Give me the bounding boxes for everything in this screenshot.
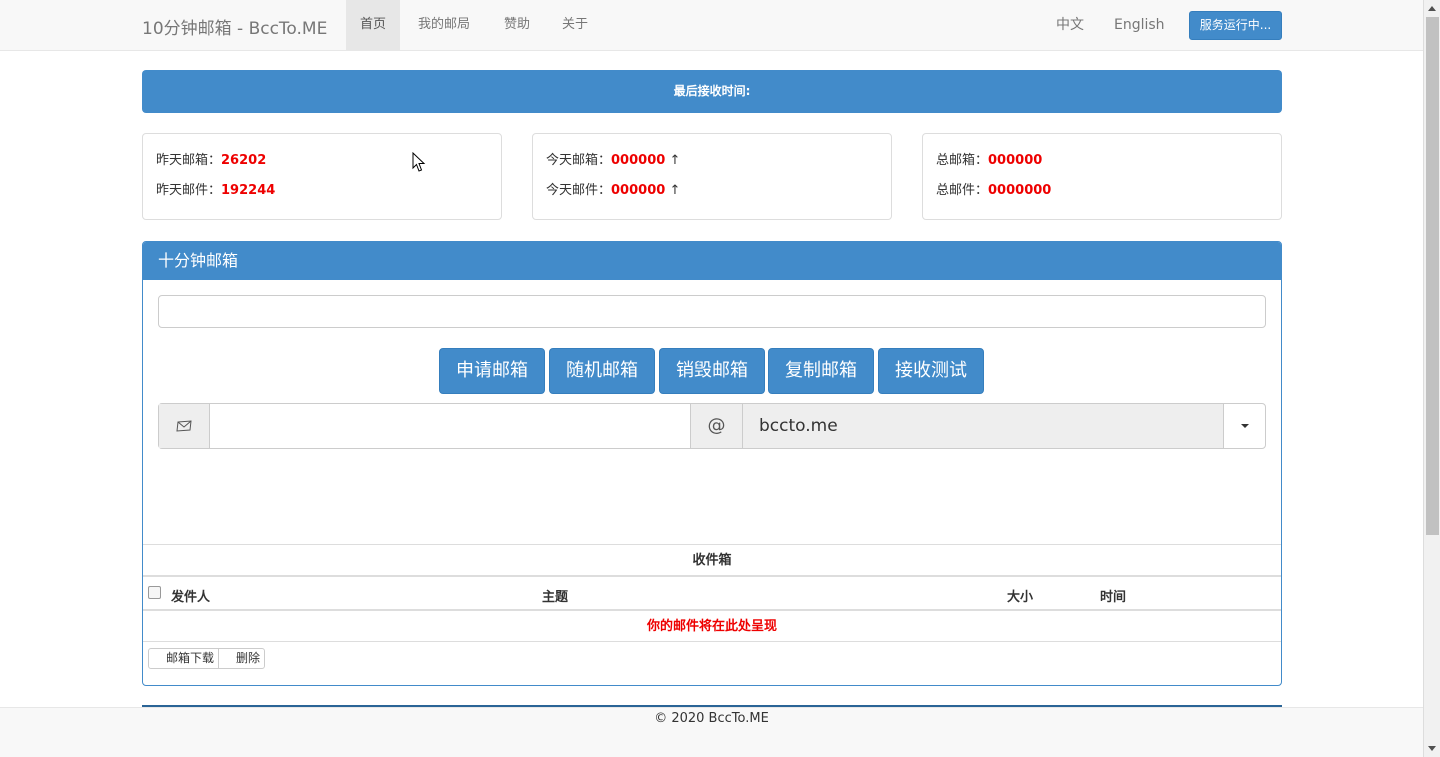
stat-yesterday-mail: 昨天邮件：192244	[156, 179, 275, 198]
panel-title: 十分钟邮箱	[143, 242, 1281, 280]
mouse-cursor-icon	[412, 152, 426, 172]
stat-value: 0000000	[988, 183, 1052, 198]
nav-item-sponsor[interactable]: 赞助	[490, 0, 544, 50]
stat-yesterday-mailbox: 昨天邮箱：26202	[156, 149, 266, 168]
nav-item-my-mailbox[interactable]: 我的邮局	[404, 0, 484, 50]
column-sender: 发件人	[171, 590, 211, 605]
chevron-down-icon	[1241, 423, 1249, 428]
up-arrow-icon: ↑	[669, 183, 681, 198]
scroll-down-icon[interactable]	[1428, 746, 1436, 751]
inbox-table-header: 发件人 主题 大小 时间	[143, 577, 1281, 611]
up-arrow-icon: ↑	[669, 153, 681, 168]
lang-zh-link[interactable]: 中文	[1056, 0, 1084, 50]
scroll-thumb[interactable]	[1426, 17, 1439, 535]
stat-box-yesterday: 昨天邮箱：26202 昨天邮件：192244	[142, 133, 502, 220]
inbox-empty-message: 你的邮件将在此处呈现	[143, 611, 1281, 642]
column-time: 时间	[1100, 590, 1127, 605]
inbox-actions: 邮箱下载 删除	[148, 648, 266, 669]
at-sign: @	[690, 404, 743, 448]
receive-test-button[interactable]: 接收测试	[878, 348, 984, 394]
stat-label: 总邮件：	[936, 183, 989, 198]
nav-item-home[interactable]: 首页	[346, 0, 401, 50]
stat-value: 000000	[611, 183, 666, 198]
lang-en-link[interactable]: English	[1114, 0, 1165, 50]
delete-button[interactable]: 删除	[218, 649, 264, 668]
page-scrollbar[interactable]	[1423, 0, 1440, 757]
scroll-up-icon[interactable]	[1428, 6, 1436, 11]
stat-box-today: 今天邮箱：000000 ↑ 今天邮件：000000 ↑	[532, 133, 892, 220]
apply-mailbox-button[interactable]: 申请邮箱	[439, 348, 545, 394]
stat-total-mail: 总邮件：0000000	[936, 179, 1051, 198]
random-mailbox-button[interactable]: 随机邮箱	[549, 348, 655, 394]
column-size: 大小	[1007, 590, 1034, 605]
last-received-alert: 最后接收时间:	[142, 70, 1282, 113]
footer: © 2020 BccTo.ME	[0, 707, 1423, 757]
address-display-input[interactable]	[158, 295, 1266, 328]
domain-dropdown-button[interactable]	[1225, 404, 1265, 448]
stat-value: 26202	[221, 153, 267, 168]
stat-total-mailbox: 总邮箱：000000	[936, 149, 1042, 168]
destroy-mailbox-button[interactable]: 销毁邮箱	[659, 348, 765, 394]
brand-link[interactable]: 10分钟邮箱 - BccTo.ME	[142, 14, 327, 39]
stat-today-mail: 今天邮件：000000 ↑	[546, 179, 680, 198]
envelope-icon	[159, 404, 210, 448]
stat-value: 000000	[988, 153, 1043, 168]
stat-box-total: 总邮箱：000000 总邮件：0000000	[922, 133, 1282, 220]
stat-label: 今天邮件：	[546, 183, 612, 198]
column-subject: 主题	[542, 590, 569, 605]
stat-label: 昨天邮箱：	[156, 153, 222, 168]
stat-label: 总邮箱：	[936, 153, 989, 168]
stat-label: 昨天邮件：	[156, 183, 222, 198]
domain-select[interactable]: bccto.me	[743, 404, 1224, 448]
copy-mailbox-button[interactable]: 复制邮箱	[768, 348, 874, 394]
select-all-checkbox[interactable]	[148, 586, 161, 599]
stat-today-mailbox: 今天邮箱：000000 ↑	[546, 149, 680, 168]
username-input[interactable]	[210, 404, 690, 448]
stat-value: 192244	[221, 183, 276, 198]
inbox-title: 收件箱	[143, 544, 1281, 577]
stat-value: 000000	[611, 153, 666, 168]
service-status-button[interactable]: 服务运行中...	[1189, 11, 1282, 40]
ten-minute-mail-panel: 十分钟邮箱 申请邮箱 随机邮箱 销毁邮箱 复制邮箱 接收测试 @ bccto.m…	[142, 241, 1282, 686]
copyright-text: © 2020 BccTo.ME	[654, 711, 769, 726]
mailbox-input-group: @ bccto.me	[158, 403, 1266, 449]
download-mailbox-button[interactable]: 邮箱下载	[149, 649, 218, 668]
navbar: 10分钟邮箱 - BccTo.ME 首页 我的邮局 赞助 关于 中文 Engli…	[0, 0, 1423, 51]
nav-item-about[interactable]: 关于	[548, 0, 602, 50]
stat-label: 今天邮箱：	[546, 153, 612, 168]
